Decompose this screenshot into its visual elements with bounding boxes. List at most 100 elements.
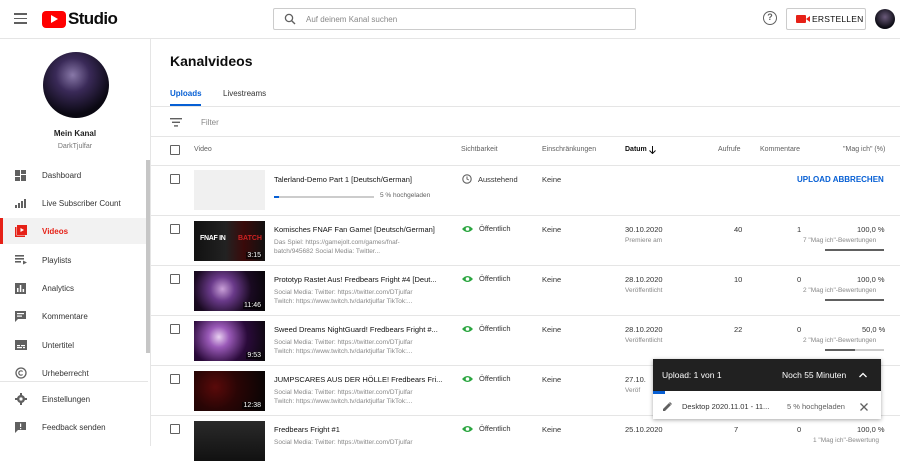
comments-icon: [15, 310, 26, 322]
views-value: 22: [734, 325, 743, 334]
channel-handle: DarkTjulfar: [57, 143, 93, 150]
visibility-label: Öffentlich: [479, 274, 511, 283]
video-duration: 12:38: [242, 402, 262, 409]
menu-icon[interactable]: [14, 13, 27, 24]
sidebar-item-playlists[interactable]: Playlists: [0, 247, 148, 273]
sidebar-item-label: Untertitel: [42, 340, 75, 350]
date-value: 28.10.2020: [625, 325, 663, 334]
sort-arrow-down-icon[interactable]: [649, 146, 656, 154]
sidebar-item-dashboard[interactable]: Dashboard: [0, 162, 148, 188]
visibility-status[interactable]: Öffentlich: [462, 274, 511, 283]
video-description: Twitch: https://www.twitch.tv/darktjulfa…: [274, 298, 413, 305]
table-row[interactable]: 11:46 Prototyp Rastet Aus! Fredbears Fri…: [151, 265, 900, 315]
pencil-icon[interactable]: [663, 402, 672, 411]
table-row[interactable]: Talerland-Demo Part 1 [Deutsch/German] 5…: [151, 165, 900, 215]
sidebar-item-label: Videos: [42, 226, 69, 236]
search-input[interactable]: [306, 12, 626, 26]
visibility-status[interactable]: Öffentlich: [462, 224, 511, 233]
row-checkbox[interactable]: [170, 274, 180, 284]
upload-file-name: Desktop 2020.11.01 - 11...: [682, 402, 770, 411]
row-checkbox[interactable]: [170, 224, 180, 234]
close-icon[interactable]: [860, 403, 868, 411]
column-header-likes[interactable]: "Mag ich" (%): [843, 146, 885, 153]
video-description: Twitch: https://www.twitch.tv/darktjulfa…: [274, 348, 413, 355]
chevron-up-icon[interactable]: [859, 372, 867, 378]
video-thumbnail[interactable]: 12:38: [194, 371, 265, 411]
sidebar-scrollbar[interactable]: [146, 160, 150, 353]
search-box[interactable]: [273, 8, 636, 30]
column-header-comments[interactable]: Kommentare: [760, 146, 800, 153]
channel-name: Mein Kanal: [53, 129, 97, 138]
channel-avatar[interactable]: [43, 52, 109, 118]
likes-count: 2 "Mag ich"-Bewertungen: [803, 287, 877, 294]
table-row[interactable]: Fredbears Fright #1 Social Media: Twitte…: [151, 415, 900, 465]
table-row[interactable]: 9:53 Sweed Dreams NightGuard! Fredbears …: [151, 315, 900, 365]
table-row[interactable]: FNAF IN BATCH 3:15 Komisches FNAF Fan Ga…: [151, 215, 900, 265]
sidebar-item-copyright[interactable]: Urheberrecht: [0, 360, 148, 386]
sidebar-item-label: Feedback senden: [42, 422, 106, 432]
column-header-views[interactable]: Aufrufe: [718, 146, 741, 153]
column-header-restrictions[interactable]: Einschränkungen: [542, 146, 596, 153]
create-button[interactable]: ERSTELLEN: [786, 8, 866, 30]
column-header-visibility[interactable]: Sichtbarkeit: [461, 146, 498, 153]
sidebar-item-videos[interactable]: Videos: [0, 218, 148, 244]
sidebar-item-settings[interactable]: Einstellungen: [0, 386, 148, 412]
video-title[interactable]: Talerland-Demo Part 1 [Deutsch/German]: [274, 175, 412, 184]
row-checkbox[interactable]: [170, 324, 180, 334]
upload-panel-header[interactable]: Upload: 1 von 1 Noch 55 Minuten: [653, 359, 881, 391]
likes-count: 1 "Mag ich"-Bewertung: [813, 437, 880, 444]
video-thumbnail[interactable]: FNAF IN BATCH 3:15: [194, 221, 265, 261]
comments-value: 1: [797, 225, 802, 234]
video-title[interactable]: Komisches FNAF Fan Game! [Deutsch/German…: [274, 225, 435, 234]
sidebar-item-comments[interactable]: Kommentare: [0, 303, 148, 329]
video-title[interactable]: JUMPSCARES AUS DER HÖLLE! Fredbears Fri.…: [274, 375, 442, 384]
row-checkbox[interactable]: [170, 374, 180, 384]
sidebar-item-live-subscriber-count[interactable]: Live Subscriber Count: [0, 190, 148, 216]
comments-value: 0: [797, 275, 802, 284]
sidebar-item-label: Urheberrecht: [42, 368, 89, 378]
row-checkbox[interactable]: [170, 174, 180, 184]
account-avatar[interactable]: [875, 9, 895, 29]
studio-logo[interactable]: Studio: [42, 9, 118, 28]
video-thumbnail[interactable]: [194, 421, 265, 461]
restrictions-value: Keine: [542, 225, 562, 234]
visibility-status[interactable]: Öffentlich: [462, 374, 511, 383]
filter-icon[interactable]: [170, 118, 182, 127]
page-title: Kanalvideos: [170, 53, 253, 69]
sidebar-item-label: Analytics: [42, 283, 75, 293]
tab-livestreams[interactable]: Livestreams: [223, 89, 266, 98]
select-all-checkbox[interactable]: [170, 145, 180, 155]
video-title[interactable]: Fredbears Fright #1: [274, 425, 340, 434]
tab-uploads[interactable]: Uploads: [170, 89, 202, 98]
filter-input[interactable]: Filter: [201, 118, 219, 127]
logo-text: Studio: [68, 9, 118, 28]
restrictions-value: Keine: [542, 375, 562, 384]
feedback-icon: [15, 421, 26, 433]
visibility-status[interactable]: Öffentlich: [462, 424, 511, 433]
row-checkbox[interactable]: [170, 424, 180, 434]
camera-icon: [796, 15, 810, 23]
video-title[interactable]: Prototyp Rastet Aus! Fredbears Fright #4…: [274, 275, 437, 284]
video-thumbnail[interactable]: 9:53: [194, 321, 265, 361]
upload-progress-text: 5 % hochgeladen: [380, 192, 431, 199]
sidebar-item-label: Playlists: [42, 255, 72, 265]
column-header-date[interactable]: Datum: [625, 146, 647, 153]
sidebar-item-subtitles[interactable]: Untertitel: [0, 332, 148, 358]
visibility-label: Öffentlich: [479, 224, 511, 233]
visibility-status[interactable]: Öffentlich: [462, 324, 511, 333]
upload-item[interactable]: Desktop 2020.11.01 - 11... 5 % hochgelad…: [653, 394, 881, 419]
restrictions-value: Keine: [542, 325, 562, 334]
restrictions-value: Keine: [542, 425, 562, 434]
eye-icon: [462, 275, 473, 282]
video-thumbnail[interactable]: 11:46: [194, 271, 265, 311]
video-duration: 3:15: [246, 252, 262, 259]
video-description: batch/945682 Social Media: Twitter...: [274, 248, 381, 255]
playlists-icon: [15, 255, 27, 265]
cancel-upload-button[interactable]: UPLOAD ABBRECHEN: [797, 175, 884, 184]
likes-percent: 50,0 %: [862, 325, 886, 334]
help-icon[interactable]: ?: [763, 11, 777, 25]
sidebar-item-analytics[interactable]: Analytics: [0, 275, 148, 301]
video-title[interactable]: Sweed Dreams NightGuard! Fredbears Frigh…: [274, 325, 438, 334]
eye-icon: [462, 425, 473, 432]
sidebar-item-feedback[interactable]: Feedback senden: [0, 414, 148, 440]
